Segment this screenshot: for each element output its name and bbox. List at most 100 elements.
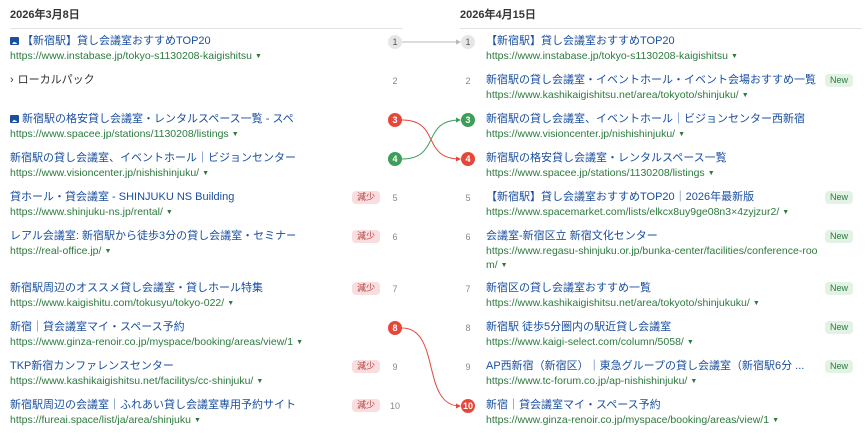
result-row: 2 新宿駅の貸し会議室・イベントホール・イベント会場おすすめ一覧 https://w… — [448, 73, 867, 111]
result-url[interactable]: https://fureai.space/list/ja/area/shinju… — [10, 413, 201, 428]
caret-down-icon[interactable]: ▼ — [687, 339, 694, 346]
rank-number: 9 — [465, 362, 471, 372]
result-row: 5 【新宿駅】貸し会議室おすすめTOP20｜2026年最新版 https://www… — [448, 190, 867, 228]
result-url[interactable]: https://www.spacee.jp/stations/1130208/l… — [486, 166, 715, 181]
result-title-link[interactable]: 新宿駅 徒歩5分圏内の駅近貸し会議室 — [486, 320, 671, 334]
result-title-link[interactable]: 新宿区の貸し会議室おすすめ一覧 — [486, 281, 651, 295]
result-url-text: https://www.tc-forum.co.jp/ap-nishishinj… — [486, 375, 688, 387]
result-title-link[interactable]: 新宿｜貸会議室マイ・スペース予約 — [10, 320, 185, 334]
rank-number: 3 — [461, 113, 475, 127]
date-header-before: 2026年3月8日 — [10, 0, 403, 29]
caret-down-icon[interactable]: ▼ — [772, 417, 779, 424]
result-url-text: https://www.kashikaigishitsu.net/area/to… — [486, 89, 739, 101]
result-row: 新宿駅の貸し会議室、イベントホール｜ビジョンセンター西新宿 https://www… — [0, 151, 420, 189]
result-title-link[interactable]: AP西新宿（新宿区）｜東急グループの貸し会議室（新宿駅6分 ... — [486, 359, 804, 373]
caret-down-icon[interactable]: ▼ — [742, 92, 749, 99]
result-url[interactable]: https://real-office.jp/▼ — [10, 244, 111, 259]
rank-number: 5 — [392, 193, 398, 203]
result-url-text: https://www.instabase.jp/tokyo-s1130208-… — [486, 50, 729, 62]
caret-down-icon[interactable]: ▼ — [194, 417, 201, 424]
result-row: 【新宿駅】貸し会議室おすすめTOP20 https://www.instabase… — [0, 34, 420, 72]
rank-number: 8 — [388, 321, 402, 335]
result-title-link[interactable]: 新宿駅周辺のオススメ貸し会議室・貸しホール特集 — [10, 281, 263, 295]
result-title-link[interactable]: 新宿駅の格安貸し会議室・レンタルスペース一覧 — [486, 151, 727, 165]
result-title-text: AP西新宿（新宿区）｜東急グループの貸し会議室（新宿駅6分 ... — [486, 360, 805, 372]
caret-down-icon[interactable]: ▼ — [166, 209, 173, 216]
caret-down-icon[interactable]: ▼ — [753, 300, 760, 307]
caret-down-icon[interactable]: ▼ — [731, 53, 738, 60]
result-row: 1 【新宿駅】貸し会議室おすすめTOP20 https://www.instabas… — [448, 34, 867, 72]
result-title-link[interactable]: 新宿駅の貸し会議室、イベントホール｜ビジョンセンター西新宿 — [486, 112, 805, 126]
image-icon — [10, 115, 19, 123]
result-title-link[interactable]: 新宿駅の貸し会議室、イベントホール｜ビジョンセンター西新宿 — [10, 151, 295, 165]
badge-new: New — [825, 321, 854, 334]
result-row: 6 会議室-新宿区立 新宿文化センター https://www.regasu-shi… — [448, 229, 867, 271]
chevron-right-icon[interactable]: › — [10, 74, 14, 86]
caret-down-icon[interactable]: ▼ — [227, 300, 234, 307]
result-url[interactable]: https://www.regasu-shinjuku.or.jp/bunka-… — [486, 244, 818, 258]
caret-down-icon[interactable]: ▼ — [708, 170, 715, 177]
result-row: 貸ホール・貸会議室 - SHINJUKU NS Building https://… — [0, 190, 420, 228]
result-title-link[interactable]: TKP新宿カンファレンスセンター — [10, 359, 174, 373]
result-url[interactable]: https://www.spacee.jp/stations/1130208/l… — [10, 127, 239, 142]
result-title-link[interactable]: 新宿駅の格安貸し会議室・レンタルスペース一覧 - スペイシー — [10, 112, 295, 126]
result-url[interactable]: https://www.kaigishitu.com/tokusyu/tokyo… — [10, 296, 234, 311]
caret-down-icon[interactable]: ▼ — [782, 209, 789, 216]
result-title-link[interactable]: 新宿｜貸会議室マイ・スペース予約 — [486, 398, 661, 412]
result-title-link[interactable]: 【新宿駅】貸し会議室おすすめTOP20 — [486, 34, 675, 48]
caret-down-icon[interactable]: ▼ — [232, 131, 239, 138]
caret-down-icon[interactable]: ▼ — [256, 378, 263, 385]
result-title-text: 【新宿駅】貸し会議室おすすめTOP20 — [486, 35, 675, 47]
result-url[interactable]: https://www.kashikaigishitsu.net/facilit… — [10, 374, 263, 389]
badge-new: New — [825, 282, 854, 295]
result-url-text: https://www.kaigi-select.com/column/5058… — [486, 336, 684, 348]
caret-down-icon[interactable]: ▼ — [690, 378, 697, 385]
caret-down-icon[interactable]: ▼ — [501, 262, 508, 269]
result-title-link[interactable]: 【新宿駅】貸し会議室おすすめTOP20 — [10, 34, 211, 48]
result-url[interactable]: https://www.visioncenter.jp/nishishinjuk… — [10, 166, 209, 181]
caret-down-icon[interactable]: ▼ — [104, 248, 111, 255]
result-row: 3 新宿駅の貸し会議室、イベントホール｜ビジョンセンター西新宿 https://ww… — [448, 112, 867, 150]
badge-decrease: 減少 — [352, 399, 381, 412]
result-url-text: https://www.instabase.jp/tokyo-s1130208-… — [10, 50, 253, 62]
badge-new: New — [825, 230, 854, 243]
result-url[interactable]: https://www.kaigi-select.com/column/5058… — [486, 335, 694, 350]
badge-new: New — [825, 74, 854, 87]
result-row: 9 AP西新宿（新宿区）｜東急グループの貸し会議室（新宿駅6分 ... https:… — [448, 359, 867, 397]
result-url[interactable]: https://www.kashikaigishitsu.net/area/to… — [486, 88, 749, 103]
badge-decrease: 減少 — [352, 360, 381, 373]
result-title-link[interactable]: レアル会議室: 新宿駅から徒歩3分の貸し会議室・セミナー ... — [10, 229, 295, 243]
result-url[interactable]: https://www.visioncenter.jp/nishishinjuk… — [486, 127, 685, 142]
caret-down-icon[interactable]: ▼ — [296, 339, 303, 346]
result-title-text: 新宿区の貸し会議室おすすめ一覧 — [486, 282, 651, 294]
rank-number: 2 — [392, 76, 398, 86]
result-title-text: TKP新宿カンファレンスセンター — [10, 360, 174, 372]
rank-number: 8 — [465, 323, 471, 333]
result-title-link[interactable]: 新宿駅の貸し会議室・イベントホール・イベント会場おすすめ一覧 — [486, 73, 816, 87]
rank-number: 1 — [388, 35, 402, 49]
result-url[interactable]: https://www.ginza-renoir.co.jp/myspace/b… — [486, 413, 779, 428]
result-url[interactable]: https://www.ginza-renoir.co.jp/myspace/b… — [10, 335, 303, 350]
result-title-link[interactable]: 新宿駅周辺の会議室｜ふれあい貸し会議室専用予約サイト — [10, 398, 295, 412]
caret-down-icon[interactable]: ▼ — [202, 170, 209, 177]
result-url-continued[interactable]: m/▼ — [486, 258, 508, 273]
result-url-text: https://www.visioncenter.jp/nishishinjuk… — [486, 128, 676, 140]
result-title-link[interactable]: 貸ホール・貸会議室 - SHINJUKU NS Building — [10, 190, 234, 204]
caret-down-icon[interactable]: ▼ — [678, 131, 685, 138]
rank-number: 10 — [389, 401, 400, 411]
result-url[interactable]: https://www.spacemarket.com/lists/elkcx8… — [486, 205, 789, 220]
caret-down-icon[interactable]: ▼ — [255, 53, 262, 60]
result-url[interactable]: https://www.instabase.jp/tokyo-s1130208-… — [10, 49, 262, 64]
result-title-link[interactable]: 【新宿駅】貸し会議室おすすめTOP20｜2026年最新版 — [486, 190, 754, 204]
result-title-link[interactable]: › ローカルパック — [10, 73, 95, 87]
result-url[interactable]: https://www.kashikaigishitsu.net/area/to… — [486, 296, 760, 311]
result-row: 新宿駅周辺の会議室｜ふれあい貸し会議室専用予約サイト https://fureai… — [0, 398, 420, 436]
rank-number: 3 — [388, 113, 402, 127]
result-url-text: https://www.shinjuku-ns.jp/rental/ — [10, 206, 163, 218]
result-title-link[interactable]: 会議室-新宿区立 新宿文化センター — [486, 229, 658, 243]
result-url[interactable]: https://www.tc-forum.co.jp/ap-nishishinj… — [486, 374, 697, 389]
result-url[interactable]: https://www.shinjuku-ns.jp/rental/▼ — [10, 205, 173, 220]
result-url[interactable]: https://www.instabase.jp/tokyo-s1130208-… — [486, 49, 738, 64]
result-row: 10 新宿｜貸会議室マイ・スペース予約 https://www.ginza-reno… — [448, 398, 867, 436]
result-row: 8 新宿駅 徒歩5分圏内の駅近貸し会議室 https://www.kaigi-sel… — [448, 320, 867, 358]
